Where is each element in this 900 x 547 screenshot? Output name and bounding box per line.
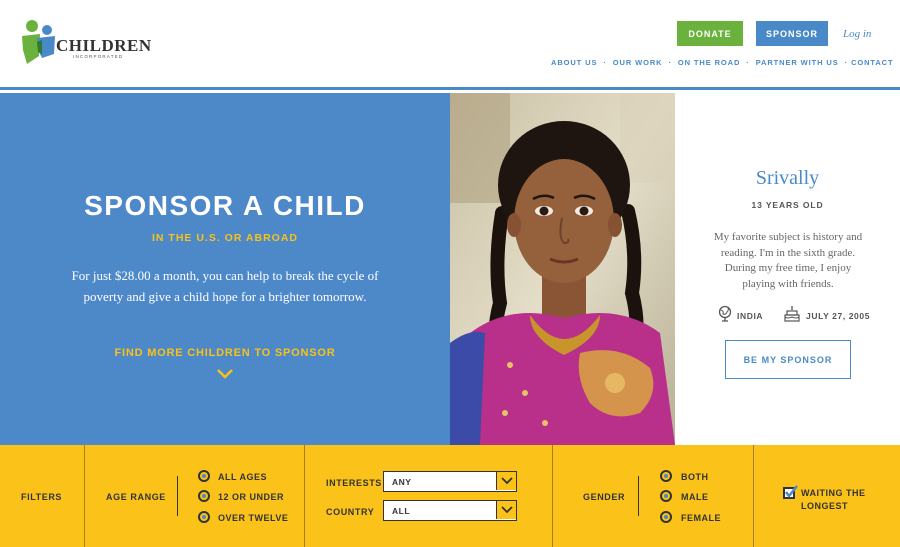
logo-figures-icon bbox=[22, 20, 55, 64]
gender-male-radio[interactable] bbox=[660, 490, 672, 502]
age-all-radio[interactable] bbox=[198, 470, 210, 482]
country-label: COUNTRY bbox=[326, 507, 375, 517]
nav-our-work[interactable]: OUR WORK bbox=[613, 58, 663, 67]
birthday-cake-icon bbox=[784, 306, 800, 322]
waiting-longest-checkbox[interactable] bbox=[783, 485, 798, 499]
nav-separator: · bbox=[603, 58, 607, 67]
nav-partner-with-us[interactable]: PARTNER WITH US bbox=[756, 58, 839, 67]
gender-both-label[interactable]: BOTH bbox=[681, 472, 709, 482]
waiting-longest-label-line2[interactable]: LONGEST bbox=[801, 501, 848, 511]
filter-divider bbox=[304, 445, 305, 547]
donate-button[interactable]: DONATE bbox=[677, 21, 743, 46]
child-country: INDIA bbox=[737, 311, 764, 321]
age-range-divider bbox=[177, 476, 178, 516]
logo[interactable]: CHILDREN INCORPORATED bbox=[20, 20, 152, 66]
nav-separator: · bbox=[844, 58, 849, 67]
child-bio: My favorite subject is history and readi… bbox=[713, 231, 863, 290]
gender-female-radio[interactable] bbox=[660, 511, 672, 523]
hero-text: For just $28.00 a month, you can help to… bbox=[71, 268, 379, 304]
sponsor-button[interactable]: SPONSOR bbox=[756, 21, 828, 46]
nav-about-us[interactable]: ABOUT US bbox=[551, 58, 597, 67]
gender-divider bbox=[638, 476, 639, 516]
age-all-label[interactable]: ALL AGES bbox=[218, 472, 267, 482]
filter-divider bbox=[84, 445, 85, 547]
age-range-label: AGE RANGE bbox=[106, 492, 166, 502]
gender-male-label[interactable]: MALE bbox=[681, 492, 709, 502]
checkmark-icon bbox=[785, 485, 798, 499]
chevron-down-icon[interactable] bbox=[496, 501, 516, 519]
interests-value: ANY bbox=[392, 477, 412, 487]
age-under-12-radio[interactable] bbox=[198, 490, 210, 502]
hero-content: SPONSOR A CHILD IN THE U.S. OR ABROAD Fo… bbox=[0, 93, 450, 445]
chevron-down-icon[interactable] bbox=[496, 472, 516, 490]
country-value: ALL bbox=[392, 506, 411, 516]
child-age: 13 YEARS OLD bbox=[751, 200, 824, 210]
site-header: CHILDREN INCORPORATED DONATE SPONSOR Log… bbox=[0, 0, 900, 90]
hero-subtitle: IN THE U.S. OR ABROAD bbox=[151, 232, 299, 244]
interests-label: INTERESTS bbox=[326, 478, 382, 488]
country-select[interactable]: ALL bbox=[383, 500, 517, 521]
child-photo bbox=[450, 93, 675, 445]
be-my-sponsor-button[interactable]: BE MY SPONSOR bbox=[725, 340, 851, 379]
age-over-12-radio[interactable] bbox=[198, 511, 210, 523]
child-birthday: JULY 27, 2005 bbox=[806, 311, 871, 321]
filters-label: FILTERS bbox=[21, 492, 63, 502]
gender-label: GENDER bbox=[583, 492, 626, 502]
nav-separator: · bbox=[668, 58, 672, 67]
child-card: Srivally 13 YEARS OLD My favorite subjec… bbox=[675, 93, 900, 445]
logo-wordmark: CHILDREN bbox=[56, 36, 152, 55]
hero-title: SPONSOR A CHILD bbox=[84, 190, 366, 221]
logo-subtitle: INCORPORATED bbox=[73, 54, 124, 59]
gender-female-label[interactable]: FEMALE bbox=[681, 513, 721, 523]
find-more-link[interactable]: FIND MORE CHILDREN TO SPONSOR bbox=[0, 347, 450, 359]
globe-icon bbox=[718, 305, 732, 322]
nav-on-the-road[interactable]: ON THE ROAD bbox=[678, 58, 740, 67]
child-name: Srivally bbox=[755, 167, 820, 189]
filter-divider bbox=[552, 445, 553, 547]
interests-select[interactable]: ANY bbox=[383, 471, 517, 492]
chevron-down-icon[interactable] bbox=[216, 368, 234, 380]
nav-contact[interactable]: CONTACT bbox=[851, 58, 893, 67]
waiting-longest-label-line1[interactable]: WAITING THE bbox=[801, 488, 866, 498]
age-over-12-label[interactable]: OVER TWELVE bbox=[218, 513, 288, 523]
login-link[interactable]: Log in bbox=[843, 28, 871, 40]
filter-divider bbox=[753, 445, 754, 547]
main-nav: ABOUT US · OUR WORK · ON THE ROAD · PART… bbox=[551, 58, 893, 67]
gender-both-radio[interactable] bbox=[660, 470, 672, 482]
age-under-12-label[interactable]: 12 OR UNDER bbox=[218, 492, 284, 502]
nav-separator: · bbox=[746, 58, 750, 67]
